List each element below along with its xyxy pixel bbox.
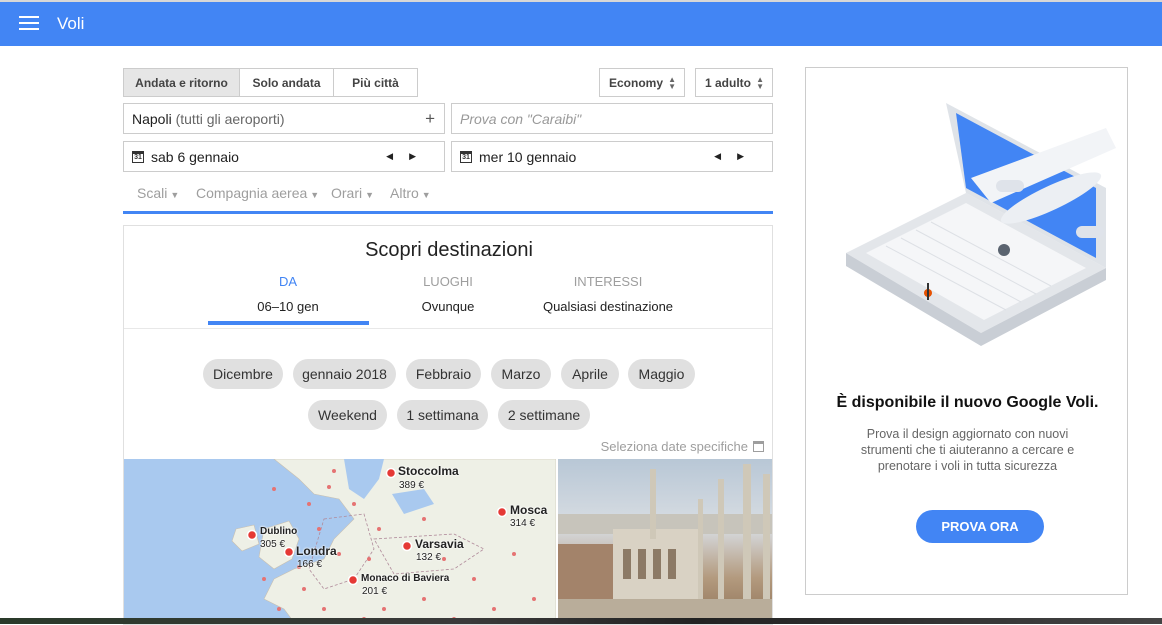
section-divider [123, 211, 773, 214]
return-date-field[interactable]: 31 mer 10 gennaio ◀▶ [451, 141, 773, 172]
select-updown-icon: ▲ ▼ [756, 75, 764, 91]
chip-duration-weekend[interactable]: Weekend [308, 400, 387, 430]
europe-map-land [231, 459, 556, 624]
tab-interests[interactable]: INTERESSI Qualsiasi destinazione [523, 274, 693, 314]
origin-detail: (tutti gli aeroporti) [175, 110, 285, 127]
destination-placeholder: Prova con "Caraibi" [460, 110, 582, 127]
filter-times[interactable]: Orari ▼ [331, 185, 374, 201]
chip-month-may[interactable]: Maggio [628, 359, 695, 389]
filter-airline[interactable]: Compagnia aerea ▼ [196, 185, 319, 201]
map-city-label[interactable]: Dublino [260, 526, 297, 537]
discover-destinations-card: Scopri destinazioni DA 06–10 gen LUOGHI … [123, 225, 773, 625]
chip-month-february[interactable]: Febbraio [406, 359, 481, 389]
destination-field[interactable]: Prova con "Caraibi" [451, 103, 773, 134]
promo-description: Prova il design aggiornato con nuovi str… [860, 427, 1075, 473]
tab-dates[interactable]: DA 06–10 gen [203, 274, 373, 314]
cabin-class-value: Economy [609, 75, 664, 90]
caret-down-icon: ▼ [170, 190, 180, 200]
calendar-icon: 31 [132, 150, 144, 163]
trip-type-one-way[interactable]: Solo andata [239, 68, 334, 97]
tab-interests-label: INTERESSI [573, 274, 643, 289]
tab-dates-label: DA [278, 274, 298, 289]
map-city-price: 201 € [362, 586, 388, 597]
tab-divider [124, 328, 772, 329]
passengers-select[interactable]: 1 adulto ▲ ▼ [695, 68, 773, 97]
map-city-label[interactable]: Mosca [510, 503, 547, 517]
add-origin-plus-icon[interactable]: + [425, 109, 435, 129]
destinations-map[interactable]: Stoccolma 389 € Mosca 314 € Dublino 305 … [124, 459, 556, 624]
taskbar-edge [0, 618, 1162, 624]
tab-places[interactable]: LUOGHI Ovunque [363, 274, 533, 314]
map-city-label[interactable]: Stoccolma [398, 464, 459, 478]
tab-interests-value: Qualsiasi destinazione [542, 299, 674, 314]
map-city-price: 389 € [399, 480, 425, 491]
map-city-price: 166 € [297, 559, 323, 570]
tab-places-label: LUOGHI [423, 274, 473, 289]
hamburger-menu-icon[interactable] [19, 16, 39, 32]
try-now-button[interactable]: PROVA ORA [916, 510, 1044, 543]
origin-field[interactable]: Napoli (tutti gli aeroporti) + [123, 103, 445, 134]
app-title: Voli [57, 14, 85, 33]
map-city-label[interactable]: Varsavia [415, 537, 464, 551]
destination-photo[interactable] [558, 459, 772, 624]
map-city-label[interactable]: Monaco di Baviera [361, 573, 449, 584]
depart-date-value: sab 6 gennaio [151, 148, 239, 165]
app-header: Voli [0, 0, 1162, 46]
calendar-icon: 31 [460, 150, 472, 163]
laptop-airplane-illustration [846, 103, 1116, 346]
promo-title: È disponibile il nuovo Google Voli. [836, 394, 1099, 411]
chip-month-january[interactable]: gennaio 2018 [293, 359, 396, 389]
date-prev-next-arrows[interactable]: ◀▶ [386, 151, 432, 162]
trip-type-round-trip[interactable]: Andata e ritorno [123, 68, 240, 97]
map-city-price: 314 € [510, 518, 536, 529]
map-city-label[interactable]: Londra [296, 544, 337, 558]
origin-city: Napoli [132, 110, 172, 127]
filter-more[interactable]: Altro ▼ [390, 185, 431, 201]
caret-down-icon: ▼ [421, 190, 431, 200]
return-date-value: mer 10 gennaio [479, 148, 577, 165]
map-city-price: 132 € [416, 552, 442, 563]
select-specific-dates-link[interactable]: Seleziona date specifiche [601, 439, 764, 454]
depart-date-field[interactable]: 31 sab 6 gennaio ◀▶ [123, 141, 445, 172]
new-google-flights-promo: È disponibile il nuovo Google Voli. Prov… [805, 67, 1128, 595]
tab-places-value: Ovunque [421, 299, 475, 314]
chip-duration-2-weeks[interactable]: 2 settimane [498, 400, 590, 430]
active-tab-indicator [208, 321, 369, 325]
trip-type-multi-city[interactable]: Più città [333, 68, 418, 97]
caret-down-icon: ▼ [310, 190, 320, 200]
passengers-value: 1 adulto [705, 75, 752, 90]
filter-stops[interactable]: Scali ▼ [137, 185, 179, 201]
tab-dates-value: 06–10 gen [257, 299, 319, 314]
discover-title: Scopri destinazioni [365, 239, 533, 261]
chip-duration-1-week[interactable]: 1 settimana [397, 400, 488, 430]
chip-month-december[interactable]: Dicembre [203, 359, 283, 389]
calendar-icon [753, 441, 764, 452]
select-updown-icon: ▲ ▼ [668, 75, 676, 91]
chip-month-april[interactable]: Aprile [561, 359, 619, 389]
chip-month-march[interactable]: Marzo [491, 359, 551, 389]
caret-down-icon: ▼ [365, 190, 375, 200]
cabin-class-select[interactable]: Economy ▲ ▼ [599, 68, 685, 97]
map-city-price: 305 € [260, 539, 286, 550]
select-dates-label: Seleziona date specifiche [600, 439, 748, 454]
cathedral-rooftop-image [558, 464, 772, 624]
date-prev-next-arrows[interactable]: ◀▶ [714, 151, 760, 162]
